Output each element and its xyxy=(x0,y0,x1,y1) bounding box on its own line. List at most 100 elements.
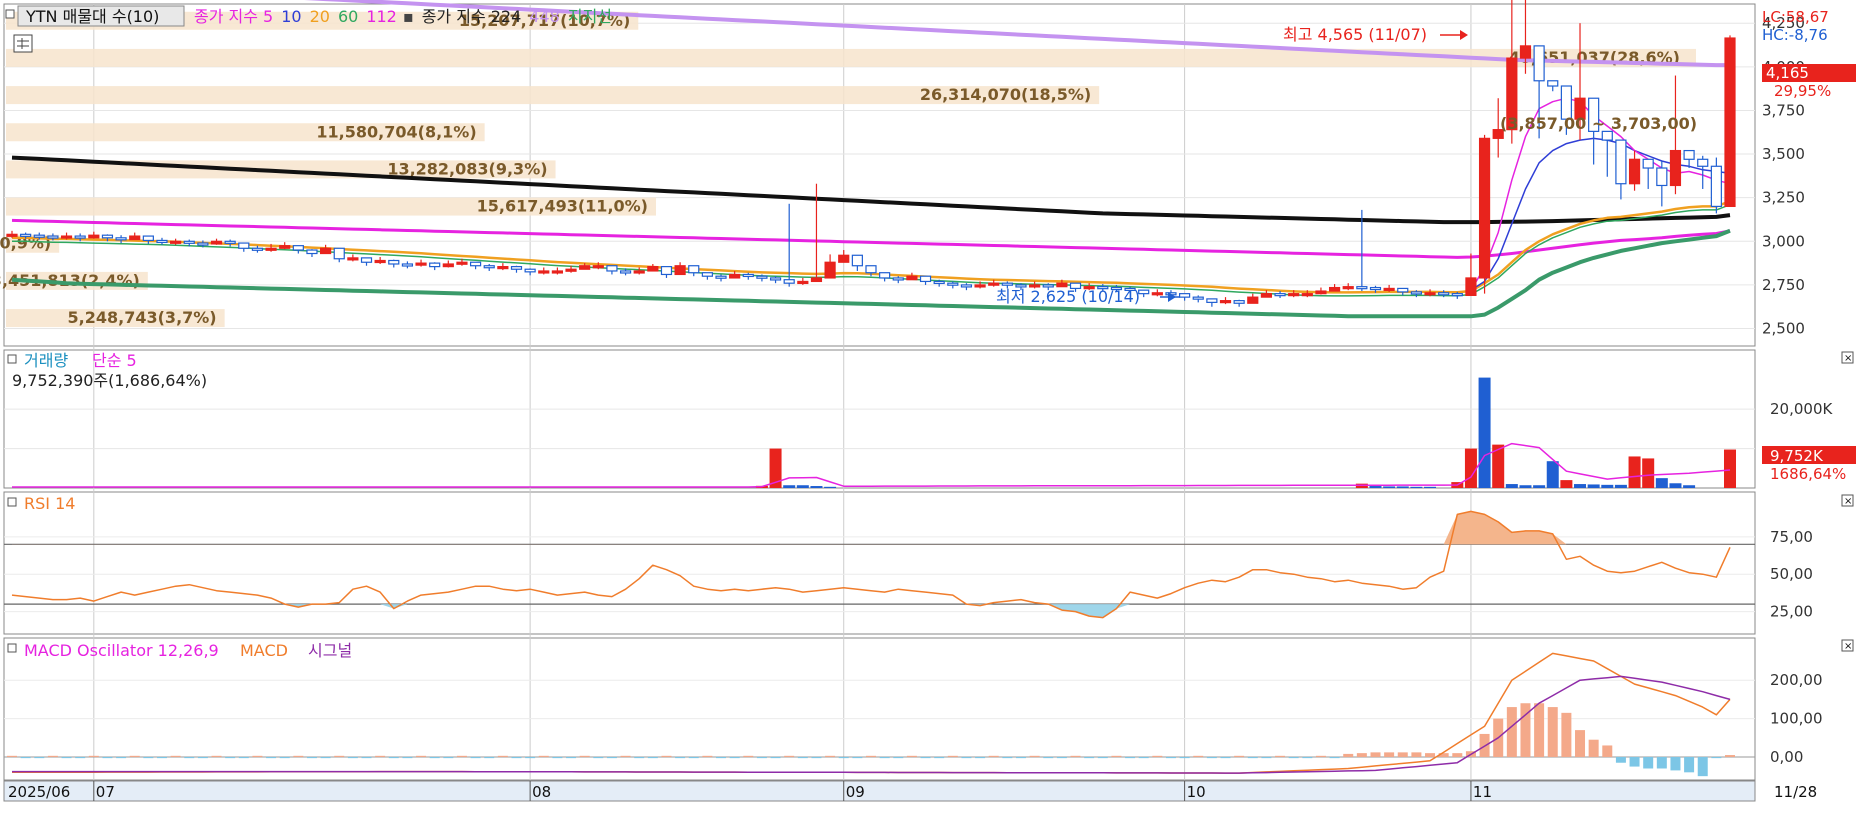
macd-oscillator-bar[interactable] xyxy=(238,756,249,759)
candle-body[interactable] xyxy=(1615,139,1627,185)
volume-bar[interactable] xyxy=(1383,486,1396,488)
ma-legend-item[interactable]: 60 xyxy=(338,7,358,26)
candle-body[interactable] xyxy=(20,233,32,237)
macd-oscillator-bar[interactable] xyxy=(102,756,113,759)
macd-oscillator-bar[interactable] xyxy=(1684,756,1695,773)
macd-oscillator-bar[interactable] xyxy=(1056,756,1067,759)
macd-oscillator-bar[interactable] xyxy=(388,756,399,759)
candle-body[interactable] xyxy=(947,282,959,286)
macd-oscillator-bar[interactable] xyxy=(661,755,672,757)
macd-oscillator-bar[interactable] xyxy=(947,755,958,757)
macd-oscillator-bar[interactable] xyxy=(1588,739,1599,757)
candle-body[interactable] xyxy=(1219,300,1232,304)
candle-body[interactable] xyxy=(729,273,741,279)
legend-toggle-icon[interactable] xyxy=(5,9,15,19)
ma-legend-item[interactable]: 448 xyxy=(529,7,560,26)
candle-body[interactable] xyxy=(1192,296,1204,300)
macd-oscillator-bar[interactable] xyxy=(1411,752,1422,757)
candle-body[interactable] xyxy=(142,235,154,242)
macd-oscillator-bar[interactable] xyxy=(988,755,999,757)
candle-body[interactable] xyxy=(933,280,945,285)
macd-oscillator-bar[interactable] xyxy=(743,755,754,757)
macd-oscillator-bar[interactable] xyxy=(484,756,495,759)
candle-body[interactable] xyxy=(1669,149,1682,187)
macd-oscillator-bar[interactable] xyxy=(538,755,549,757)
candle-body[interactable] xyxy=(1410,291,1422,295)
macd-oscillator-bar[interactable] xyxy=(906,755,917,757)
candle-body[interactable] xyxy=(1356,286,1368,290)
candle-body[interactable] xyxy=(919,275,932,283)
candle-body[interactable] xyxy=(1683,149,1695,160)
macd-oscillator-bar[interactable] xyxy=(347,756,358,759)
macd-close-icon[interactable]: × xyxy=(1841,639,1854,652)
candle-body[interactable] xyxy=(1710,165,1722,208)
candle-body[interactable] xyxy=(1151,292,1163,296)
macd-oscillator-bar[interactable] xyxy=(266,756,277,759)
candle-body[interactable] xyxy=(1369,286,1382,291)
candle-body[interactable] xyxy=(1697,158,1709,167)
candle-body[interactable] xyxy=(633,270,645,274)
macd-oscillator-bar[interactable] xyxy=(893,756,904,759)
volume-bar[interactable] xyxy=(1369,486,1382,488)
candle-body[interactable] xyxy=(742,273,754,278)
macd-oscillator-bar[interactable] xyxy=(1179,756,1190,759)
macd-oscillator-bar[interactable] xyxy=(184,756,195,759)
macd-oscillator-bar[interactable] xyxy=(443,756,454,759)
macd-oscillator-bar[interactable] xyxy=(1343,753,1354,757)
candle-body[interactable] xyxy=(756,275,768,279)
macd-oscillator-bar[interactable] xyxy=(416,755,427,757)
candle-body[interactable] xyxy=(1383,287,1395,292)
candle-body[interactable] xyxy=(1274,293,1286,297)
macd-oscillator-bar[interactable] xyxy=(1547,707,1558,757)
macd-oscillator-bar[interactable] xyxy=(866,755,876,757)
macd-oscillator-bar[interactable] xyxy=(606,756,617,759)
macd-oscillator-bar[interactable] xyxy=(402,756,413,759)
volume-bar[interactable] xyxy=(810,486,823,488)
macd-oscillator-bar[interactable] xyxy=(879,756,890,759)
macd-oscillator-bar[interactable] xyxy=(7,755,17,757)
candle-body[interactable] xyxy=(415,262,427,266)
candle-body[interactable] xyxy=(865,265,877,274)
candle-body[interactable] xyxy=(1206,298,1218,303)
macd-oscillator-bar[interactable] xyxy=(1452,753,1463,757)
macd-oscillator-bar[interactable] xyxy=(129,755,140,757)
candle-body[interactable] xyxy=(1628,158,1641,185)
macd-oscillator-bar[interactable] xyxy=(702,755,713,757)
macd-oscillator-bar[interactable] xyxy=(211,755,222,757)
volume-bar[interactable] xyxy=(1587,484,1600,488)
macd-oscillator-bar[interactable] xyxy=(1302,756,1313,759)
candle-body[interactable] xyxy=(538,270,550,274)
candle-body[interactable] xyxy=(33,234,45,238)
candle-body[interactable] xyxy=(320,247,332,255)
macd-oscillator-bar[interactable] xyxy=(375,755,386,757)
macd-oscillator-bar[interactable] xyxy=(1247,756,1258,759)
candle-body[interactable] xyxy=(1465,277,1477,296)
candle-body[interactable] xyxy=(715,275,727,279)
candle-body[interactable] xyxy=(483,265,495,269)
candle-body[interactable] xyxy=(170,240,182,244)
macd-oscillator-bar[interactable] xyxy=(1670,756,1681,771)
macd-oscillator-bar[interactable] xyxy=(525,756,536,759)
candle-body[interactable] xyxy=(1001,282,1013,286)
macd-oscillator-bar[interactable] xyxy=(1561,712,1572,757)
macd-oscillator-bar[interactable] xyxy=(1097,756,1108,759)
candle-body[interactable] xyxy=(183,240,195,244)
macd-oscillator-bar[interactable] xyxy=(852,756,863,759)
macd-oscillator-bar[interactable] xyxy=(1165,756,1176,759)
candle-body[interactable] xyxy=(565,268,577,272)
candle-body[interactable] xyxy=(442,263,454,268)
candle-body[interactable] xyxy=(606,265,618,272)
candle-body[interactable] xyxy=(810,277,823,283)
ma-legend-item[interactable]: 종가 지수 5 xyxy=(194,7,273,26)
volume-bar[interactable] xyxy=(1505,484,1518,488)
macd-oscillator-bar[interactable] xyxy=(1656,756,1667,769)
legend-toggle-icon[interactable] xyxy=(7,354,17,364)
rsi-close-icon[interactable]: × xyxy=(1841,494,1854,507)
candle-body[interactable] xyxy=(1328,286,1341,292)
macd-oscillator-bar[interactable] xyxy=(1315,755,1326,757)
macd-oscillator-bar[interactable] xyxy=(279,756,290,759)
candle-body[interactable] xyxy=(292,245,304,251)
macd-oscillator-bar[interactable] xyxy=(143,756,154,759)
macd-oscillator-bar[interactable] xyxy=(1138,756,1149,759)
macd-oscillator-bar[interactable] xyxy=(920,756,931,759)
